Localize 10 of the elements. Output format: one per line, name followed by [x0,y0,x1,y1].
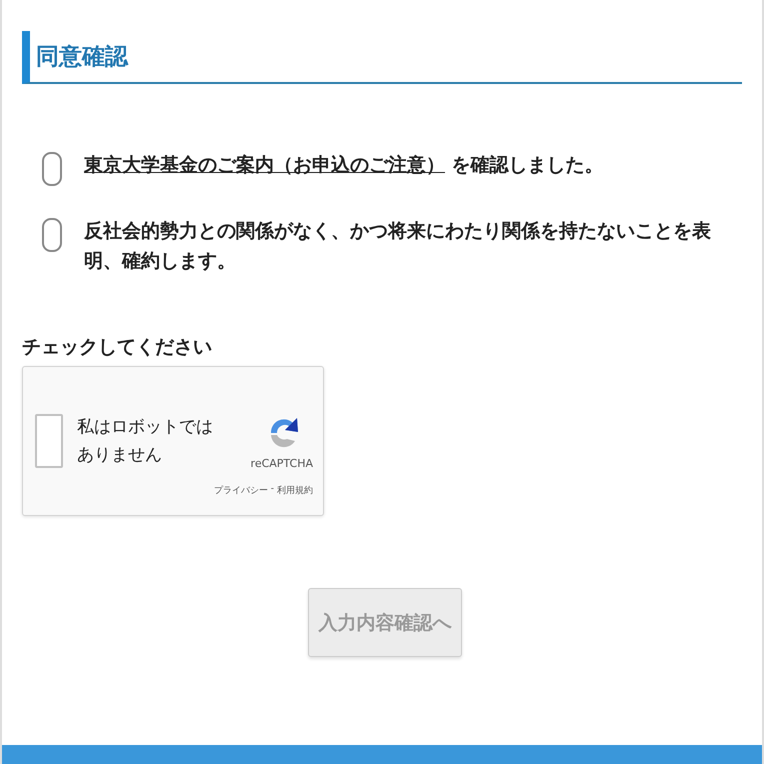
agreement-text: 東京大学基金のご案内（お申込のご注意） を確認しました。 [84,153,604,178]
recaptcha-brand: reCAPTCHA [250,457,313,470]
section-heading: 同意確認 [22,31,742,84]
guide-link[interactable]: 東京大学基金のご案内（お申込のご注意） [84,154,445,176]
captcha-label: チェックしてください [22,335,213,360]
separator: - [270,484,274,496]
terms-link[interactable]: 利用規約 [277,484,313,497]
captcha-prompt: 私はロボットではありません [77,416,214,467]
agreement-text: 反社会的勢力との関係がなく、かつ将来にわたり関係を持たないことを表明、確約します。 [84,219,712,274]
privacy-link[interactable]: プライバシー [214,484,268,497]
